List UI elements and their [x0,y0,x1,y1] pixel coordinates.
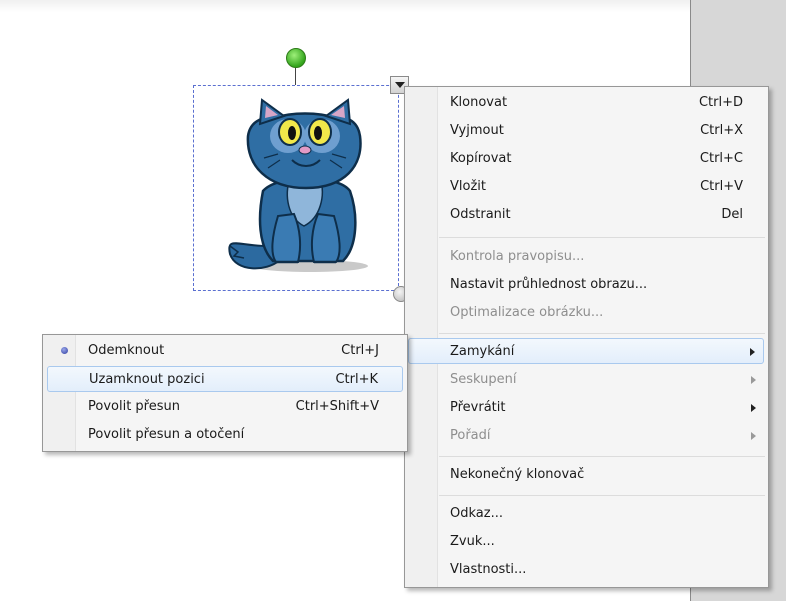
rotation-stem [294,65,296,85]
menu-separator [439,456,765,457]
menu-separator [439,333,765,334]
cat-image[interactable] [218,96,378,276]
menu-item-kontrola-pravopisu[interactable]: Kontrola pravopisu... [450,244,743,270]
submenu-arrow-icon [751,376,756,384]
radio-bullet-icon [61,347,68,354]
menu-item-seskupeni[interactable]: Seskupení [450,367,764,393]
submenu-item-povolit-presun-a-otoceni[interactable]: Povolit přesun a otočení [47,422,403,448]
rotate-handle[interactable] [286,48,306,68]
menu-item-vlastnosti[interactable]: Vlastnosti... [450,557,743,583]
menu-gutter [405,87,438,587]
submenu-arrow-icon [750,348,755,356]
menu-separator [439,495,765,496]
context-menu: Klonovat Ctrl+D Vyjmout Ctrl+X Kopírovat… [404,86,769,588]
menu-item-kopirovat[interactable]: Kopírovat Ctrl+C [450,146,743,172]
menu-item-poradi[interactable]: Pořadí [450,423,764,449]
menu-item-optimalizace[interactable]: Optimalizace obrázku... [450,300,743,326]
canvas-top-edge [0,0,690,12]
menu-item-prevratit[interactable]: Převrátit [450,395,764,421]
lock-submenu: Odemknout Ctrl+J Uzamknout pozici Ctrl+K… [42,334,408,452]
menu-item-klonovat[interactable]: Klonovat Ctrl+D [450,90,743,116]
menu-item-odstranit[interactable]: Odstranit Del [450,202,743,228]
menu-item-zvuk[interactable]: Zvuk... [450,529,743,555]
submenu-item-odemknout[interactable]: Odemknout Ctrl+J [47,338,403,364]
menu-item-nekonecny-klonovac[interactable]: Nekonečný klonovač [450,462,743,488]
menu-separator [439,237,765,238]
menu-item-nastavit-pruhlednost[interactable]: Nastavit průhlednost obrazu... [450,272,743,298]
menu-item-odkaz[interactable]: Odkaz... [450,501,743,527]
menu-item-vyjmout[interactable]: Vyjmout Ctrl+X [450,118,743,144]
menu-item-zamykani[interactable]: Zamykání [408,338,764,364]
menu-item-vlozit[interactable]: Vložit Ctrl+V [450,174,743,200]
submenu-arrow-icon [751,404,756,412]
submenu-item-uzamknout-pozici[interactable]: Uzamknout pozici Ctrl+K [47,366,403,392]
submenu-item-povolit-presun[interactable]: Povolit přesun Ctrl+Shift+V [47,394,403,420]
submenu-arrow-icon [751,432,756,440]
